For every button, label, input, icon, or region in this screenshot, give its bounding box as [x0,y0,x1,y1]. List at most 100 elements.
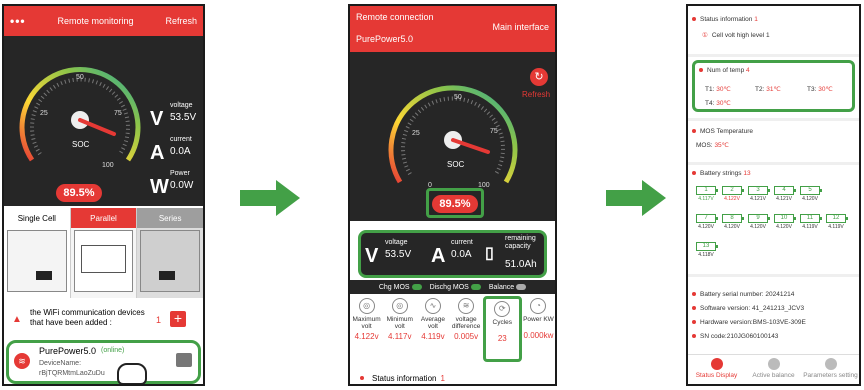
mode-tabs: Single Cell Parallel Series [4,208,203,298]
tab-single-cell[interactable]: Single Cell [4,208,71,298]
cell-item: 1 4.117V [696,186,718,202]
status-icon [710,358,723,370]
series-diagram [140,230,201,292]
refresh-label[interactable]: Refresh [522,90,550,99]
refresh-icon[interactable]: ↻ [530,68,548,86]
wifi-device-icon: ▲ [12,314,22,325]
dischg-mos-toggle[interactable] [470,283,481,290]
tab-series[interactable]: Series [137,208,203,298]
voltage-icon: V [150,108,164,130]
gauge-tick: 75 [114,110,122,117]
gauge-tick: 25 [40,110,48,117]
main-interface-link[interactable]: Main interface [492,22,549,32]
wifi-icon: ≋ [14,353,30,369]
tab-parameters-setting[interactable]: Parameters setting [802,355,859,384]
gauge-tick: 75 [490,128,498,135]
dots-icon[interactable]: ••• [10,14,26,28]
top-bar: ••• Remote monitoring Refresh [4,6,203,36]
bullet-icon [692,334,696,339]
tab-active-balance[interactable]: Active balance [745,355,802,384]
gauge-tick: 100 [102,162,114,169]
voltage-icon: V [365,245,379,267]
phone-remote-monitoring: ••• Remote monitoring Refresh 50 25 75 1… [2,4,205,386]
cell-item: 12 4.119V [826,214,848,230]
cell-stats: ◎ Maximum volt 4.122v ◎ Minimum volt 4.1… [350,296,555,362]
cell-item: 11 4.119V [800,214,822,230]
status-information[interactable]: Status information 1 [350,368,555,384]
power-icon: W [150,176,169,198]
mos-temp-section: MOS Temperature MOS: 35℃ [692,128,855,149]
bullet-icon [699,68,703,73]
cell-item: 5 4.120V [800,186,822,202]
stat-min-volt: ◎ Minimum volt 4.117v [383,296,416,362]
gauge-icon: ◔ [530,298,547,314]
voltage-icon: ◎ [391,298,408,314]
device-info-section: Battery serial number: 20241214 Software… [692,288,855,344]
soc-value: 89.5% [56,184,102,202]
cell-item: 13 4.118V [696,242,718,258]
soc-gauge [19,66,141,162]
phone-status-display: Status information 1 ① Cell volt high lev… [686,4,861,386]
cell-item: 4 4.121V [774,186,796,202]
warning-icon: ① [702,32,708,39]
cell-item: 7 4.120V [696,214,718,230]
cell-item: 3 4.121V [748,186,770,202]
top-bar: Remote connection PurePower5.0 Main inte… [350,6,555,52]
chg-mos-toggle[interactable] [411,283,422,290]
stat-max-volt: ◎ Maximum volt 4.122v [350,296,383,362]
soc-label: SOC [72,140,90,149]
tutorial-canvas: ••• Remote monitoring Refresh 50 25 75 1… [0,0,864,390]
wave-icon: ∿ [424,298,441,314]
current-icon: A [431,245,446,267]
add-device-button[interactable]: + [170,311,186,327]
status-info-section: Status information 1 ① Cell volt high lev… [692,16,855,39]
soc-value: 89.5% [432,195,478,213]
bullet-icon [360,376,364,380]
settings-icon [824,358,837,370]
balance-toggle[interactable] [516,283,527,290]
bullet-icon [692,292,696,297]
bullet-icon [692,320,696,325]
cycle-icon: ⟳ [494,301,511,317]
cell-item: 2 4.122V [722,186,744,202]
diff-icon: ≋ [458,298,475,314]
single-cell-diagram [7,230,67,292]
arrow-right-icon [240,180,300,216]
phone-main-interface: Remote connection PurePower5.0 Main inte… [348,4,557,386]
tab-status-display[interactable]: Status Display [688,355,745,384]
soc-label: SOC [447,160,465,169]
cell-item: 9 4.120V [748,214,770,230]
page-title: Remote monitoring [57,16,134,26]
cell-item: 8 4.120V [722,214,744,230]
battery-strings-section: Battery strings 13 1 4.117V 2 4.122V 3 4.12… [692,170,855,270]
metric-row: V voltage 53.5V A current 0.0A ▯ remaini… [358,230,547,278]
bottom-nav: Status Display Active balance Parameters… [688,354,859,384]
refresh-button[interactable]: Refresh [165,16,197,26]
gauge-tick: 25 [412,130,420,137]
gauge-panel: 50 25 75 100 SOC 89.5% V voltage 53.5V A… [4,36,203,206]
device-count: 1 [156,315,162,325]
mos-status-row: Chg MOS Dischg MOS Balance [350,280,555,294]
bullet-icon [692,17,696,22]
device-card[interactable]: ≋ PurePower5.0 (online) DeviceName: rBjT… [6,340,201,384]
current-icon: A [150,142,165,164]
gauge-tick: 50 [76,74,84,81]
tab-parallel[interactable]: Parallel [70,208,138,298]
temp-section: Num of temp 4 T1: 30℃ T2: 31℃ T3: 30℃ T4… [692,60,855,112]
connection-label: Remote connection [356,12,434,22]
stat-avg-volt: ∿ Average volt 4.119v [416,296,449,362]
balance-icon [767,358,780,370]
bullet-icon [692,129,696,134]
gauge-tick: 50 [454,94,462,101]
soc-highlight: 89.5% [426,188,484,218]
stat-cycles: ⟳ Cycles 23 [482,296,522,362]
hand-pointer-icon [117,363,147,384]
voltage-icon: ◎ [358,298,375,314]
remove-device-button[interactable] [176,353,192,367]
wifi-devices-row: ▲ the WiFi communication devices that ha… [4,304,203,338]
stat-volt-diff: ≋ voltage difference 0.005v [450,296,483,362]
battery-icon: ▯ [485,245,494,262]
cell-item: 10 4.120V [774,214,796,230]
arrow-right-icon [606,180,666,216]
bullet-icon [692,171,696,176]
